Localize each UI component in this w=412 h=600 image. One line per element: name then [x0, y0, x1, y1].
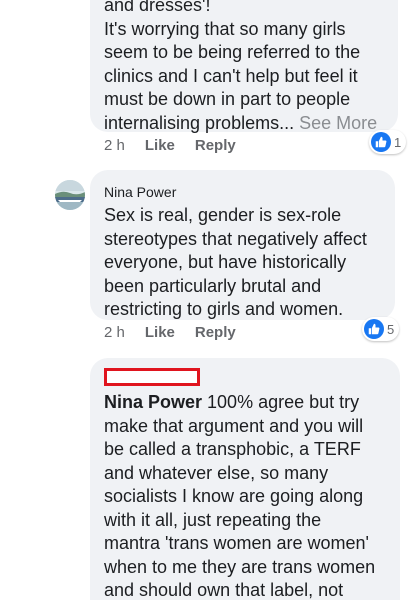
comment-line: mantra 'trans women are women' — [104, 533, 369, 553]
redacted-author-box — [104, 368, 200, 386]
avatar[interactable] — [55, 180, 85, 210]
comment-line-first: Nina Power 100% agree but try — [104, 391, 396, 415]
like-button[interactable]: Like — [145, 137, 175, 154]
comment-body: and dresses'! It's worrying that so many… — [104, 0, 394, 135]
comment-body: Nina Power 100% agree but try make that … — [104, 391, 396, 600]
reaction-count: 1 — [394, 134, 402, 150]
comment-line: and dresses'! — [104, 0, 211, 15]
comment-line: make that argument and you will — [104, 415, 364, 436]
comment-line: socialists I know are going along — [104, 486, 364, 506]
comment-line: must be down in part to people — [104, 89, 351, 109]
comment-line: when to me they are trans women — [104, 556, 376, 577]
comment-line: Sex is real, gender is sex-role — [104, 205, 342, 225]
comment-line: stereotypes that negatively affect — [104, 228, 367, 249]
comment-line: with it all, just repeating the — [104, 509, 322, 530]
comment-line: everyone, but have historically — [104, 252, 347, 272]
comment-actions: 2 h Like Reply — [104, 324, 256, 341]
comment-author[interactable]: Nina Power — [104, 184, 176, 200]
see-more-link[interactable]: See More — [299, 113, 377, 133]
comment-line: It's worrying that so many girls — [104, 18, 346, 39]
reply-bubble: Nina Power 100% agree but try make that … — [90, 358, 400, 600]
tagged-user-link[interactable]: Nina Power — [104, 392, 202, 412]
comment-line: seem to be being referred to the — [104, 42, 361, 62]
comment-bubble: Nina Power Sex is real, gender is sex-ro… — [90, 170, 395, 320]
comment-timestamp[interactable]: 2 h — [104, 137, 125, 154]
comment-line: restricting to girls and women. — [104, 299, 344, 319]
comment-line-text: internalising problems... — [104, 112, 295, 133]
comment-bubble: and dresses'! It's worrying that so many… — [90, 0, 398, 135]
comment-body: Sex is real, gender is sex-role stereoty… — [104, 204, 390, 322]
comment-line: and whatever else, so many — [104, 462, 329, 483]
thumbs-up-icon — [371, 132, 391, 152]
reply-button[interactable]: Reply — [195, 324, 236, 341]
reply-button[interactable]: Reply — [195, 137, 236, 154]
thumbs-up-icon — [364, 319, 384, 339]
comment-actions: 2 h Like Reply — [104, 137, 256, 154]
like-button[interactable]: Like — [145, 324, 175, 341]
comment-line: clinics and I can't help but feel it — [104, 65, 358, 86]
comment-line: be called a transphobic, a TERF — [104, 439, 361, 459]
comment-line-text: 100% agree but try — [202, 392, 360, 412]
reaction-summary[interactable]: 1 — [369, 130, 407, 154]
comments-thread: and dresses'! It's worrying that so many… — [0, 0, 412, 600]
comment-line: been particularly brutal and — [104, 275, 322, 296]
comment-line: and should own that label, not — [104, 580, 344, 600]
comment-timestamp[interactable]: 2 h — [104, 324, 125, 341]
reaction-count: 5 — [387, 321, 395, 337]
comment-line-last: internalising problems... See More — [104, 112, 394, 136]
reaction-summary[interactable]: 5 — [362, 317, 400, 341]
